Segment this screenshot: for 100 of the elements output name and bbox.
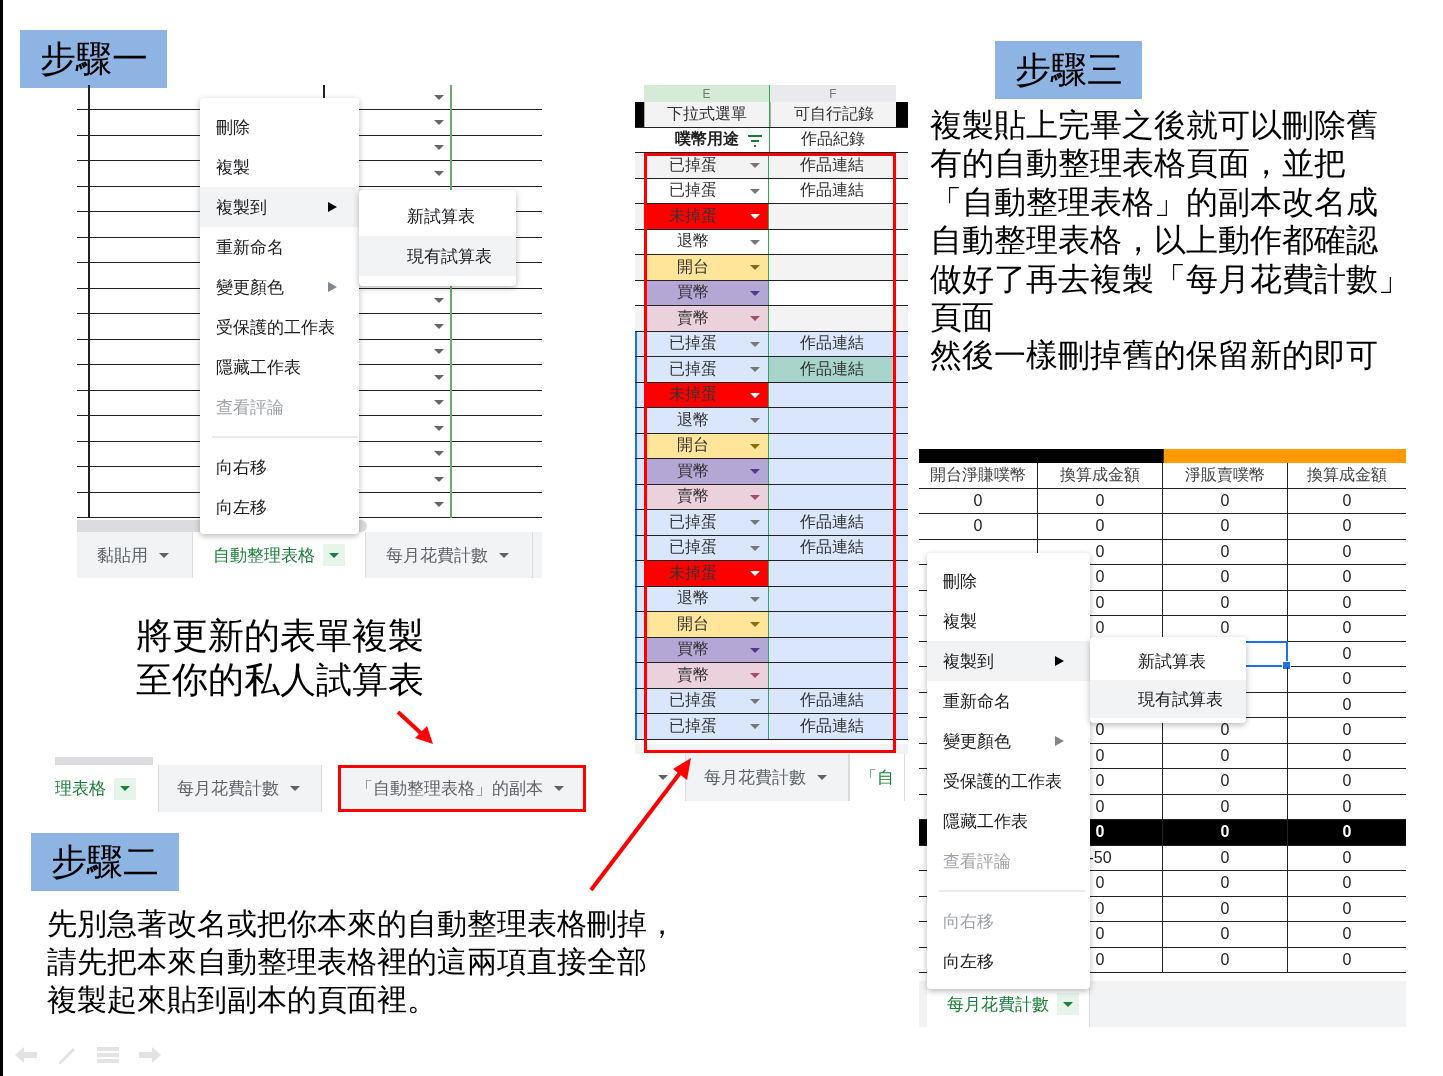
dropdown-arrow-icon[interactable] (434, 400, 444, 406)
table-cell: 0 (1220, 568, 1230, 587)
sheet-tab[interactable]: 理表格 (55, 765, 159, 812)
scrollbar[interactable] (635, 743, 908, 754)
dropdown-arrow-icon[interactable] (434, 502, 444, 508)
table-cell: 0 (1220, 797, 1230, 816)
table-cell: 0 (1095, 491, 1105, 510)
dropdown-arrow-icon[interactable] (434, 119, 444, 125)
menu-item[interactable]: 隱藏工作表 (927, 801, 1090, 841)
dropdown-arrow-icon[interactable] (434, 374, 444, 380)
column-header[interactable]: E (644, 85, 770, 102)
column-header: 換算成金額 (1306, 464, 1388, 485)
dropdown-chip[interactable]: 退幣 (644, 229, 769, 254)
menu-item[interactable]: 現有試算表 (359, 236, 516, 276)
table-cell: 0 (1342, 950, 1352, 969)
table-cell: 0 (1095, 823, 1105, 842)
dropdown-arrow-icon[interactable] (434, 170, 444, 176)
dropdown-arrow-icon[interactable] (434, 476, 444, 482)
sheet-tab[interactable]: 每月花費計數 (685, 753, 849, 801)
table-cell: 0 (1220, 874, 1230, 893)
menu-item[interactable]: 複製到 (927, 641, 1090, 681)
dropdown-arrow-icon (750, 290, 760, 296)
dropdown-arrow-icon (750, 316, 760, 321)
dropdown-chip[interactable]: 開台 (644, 612, 769, 637)
sheet-tab[interactable]: 「自 (849, 753, 905, 801)
dropdown-arrow-icon[interactable] (434, 323, 444, 329)
dropdown-chip[interactable]: 已掉蛋 (644, 153, 769, 178)
sheet-tab[interactable]: 「自動整理表格」的副本 (338, 765, 586, 812)
menu-item[interactable]: 新試算表 (1090, 642, 1246, 680)
table-cell: 作品連結 (769, 357, 895, 382)
menu-item[interactable]: 變更顏色 (200, 267, 359, 307)
dropdown-chip[interactable]: 已掉蛋 (644, 331, 769, 356)
table-cell: 可自行記錄 (770, 102, 897, 127)
dropdown-chip[interactable]: 已掉蛋 (644, 510, 769, 535)
filter-icon[interactable] (747, 134, 763, 147)
dropdown-arrow-icon[interactable] (434, 298, 444, 304)
menu-item[interactable]: 重新命名 (927, 681, 1090, 721)
scrollbar[interactable] (55, 757, 153, 765)
dropdown-chip[interactable]: 已掉蛋 (644, 178, 769, 203)
table-cell: 0 (973, 491, 983, 510)
column-header: 開台淨賺噗幣 (919, 463, 1038, 488)
table-cell: 0 (1220, 517, 1230, 536)
table-cell-text: 作品連結 (799, 537, 865, 558)
dropdown-arrow-icon (750, 698, 760, 704)
menu-item[interactable]: 向左移 (927, 941, 1090, 981)
dropdown-arrow-icon (750, 596, 760, 602)
table-cell: 0 (1220, 772, 1230, 791)
dropdown-chip[interactable]: 開台 (644, 255, 769, 280)
menu-item[interactable]: 變更顏色 (927, 721, 1090, 761)
dropdown-arrow-icon (750, 545, 760, 551)
dropdown-arrow-icon (750, 673, 760, 678)
menu-item[interactable]: 複製到 (200, 187, 359, 227)
table-cell: 0 (1220, 491, 1230, 510)
menu-item[interactable]: 複製 (927, 601, 1090, 641)
dropdown-arrow-icon (750, 622, 760, 627)
dropdown-arrow-icon[interactable] (434, 94, 444, 100)
table-cell: 0 (1342, 874, 1352, 893)
dropdown-arrow-icon (750, 214, 760, 219)
sheet-tab[interactable]: 每月花費計數 (159, 765, 322, 812)
dropdown-arrow-icon[interactable] (434, 349, 444, 355)
menu-item[interactable]: 向右移 (200, 447, 359, 487)
submenu-arrow-icon (328, 282, 337, 292)
menu-item[interactable]: 新試算表 (359, 196, 516, 236)
menu-item[interactable]: 向左移 (200, 487, 359, 527)
menu-item[interactable]: 重新命名 (200, 227, 359, 267)
dropdown-chip[interactable]: 已掉蛋 (644, 714, 769, 739)
column-header[interactable]: F (770, 85, 896, 102)
sheet-tab[interactable]: 自動整理表格 (193, 532, 366, 578)
table-cell: 0 (1342, 797, 1352, 816)
table-cell: 0 (1342, 542, 1352, 561)
menu-item[interactable]: 受保護的工作表 (200, 307, 359, 347)
menu-item[interactable]: 刪除 (927, 561, 1090, 601)
menu-item[interactable]: 現有試算表 (1090, 680, 1246, 718)
dropdown-chip[interactable]: 已掉蛋 (644, 688, 769, 713)
dropdown-arrow-icon[interactable] (434, 145, 444, 151)
sheet-tab[interactable]: 每月花費計數 (366, 532, 533, 578)
table-cell: 0 (1342, 593, 1352, 612)
dropdown-chip[interactable]: 已掉蛋 (644, 535, 769, 560)
table-cell: 0 (1342, 670, 1352, 689)
menu-item[interactable]: 隱藏工作表 (200, 347, 359, 387)
menu-item[interactable]: 複製 (200, 147, 359, 187)
caret-icon (120, 786, 130, 791)
dropdown-arrow-icon (750, 724, 760, 729)
table-cell: 0 (1220, 925, 1230, 944)
table-cell: 下拉式選單 (643, 102, 770, 127)
table-cell: 0 (1095, 874, 1105, 893)
dropdown-chip[interactable]: 買幣 (644, 459, 769, 484)
menu-item[interactable]: 刪除 (200, 107, 359, 147)
table-cell-text: 作品連結 (799, 154, 865, 175)
dropdown-chip[interactable]: 賣幣 (644, 306, 769, 331)
cell-fill (635, 102, 644, 127)
dropdown-chip[interactable]: 退幣 (644, 408, 769, 433)
menu-item[interactable]: 受保護的工作表 (927, 761, 1090, 801)
table-cell: 0 (1095, 517, 1105, 536)
table-cell: -50 (1088, 848, 1112, 867)
dropdown-arrow-icon[interactable] (434, 451, 444, 457)
dropdown-chip[interactable]: 退幣 (644, 586, 769, 611)
dropdown-arrow-icon[interactable] (434, 425, 444, 431)
dropdown-chip[interactable]: 賣幣 (644, 663, 769, 688)
caret-icon (1063, 1001, 1073, 1007)
